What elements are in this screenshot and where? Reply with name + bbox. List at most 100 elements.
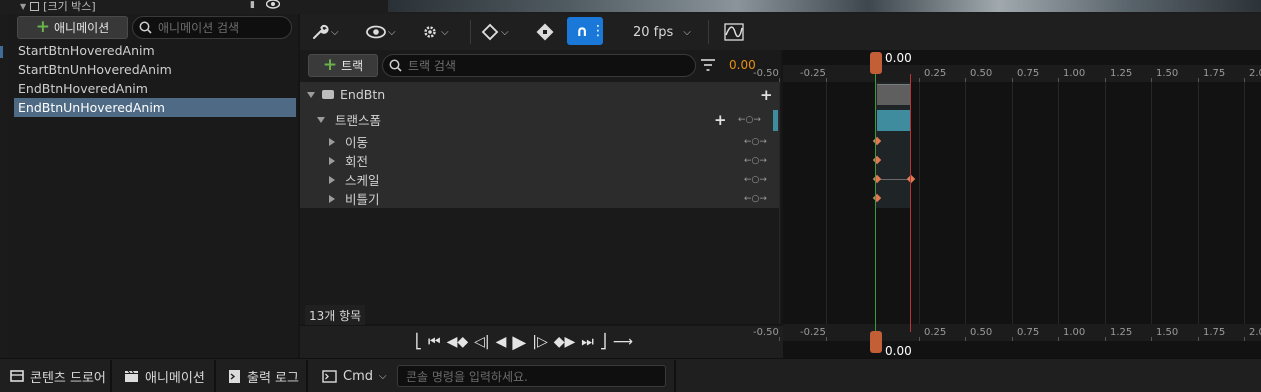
add-track-label: 트랙	[341, 59, 364, 73]
track-row-label: EndBtn	[340, 87, 386, 102]
ruler-tick-mark	[779, 78, 780, 82]
ruler-tick-label: 1.25	[1110, 327, 1133, 338]
next-key-icon[interactable]: ◆▶	[551, 331, 579, 353]
previous-frame-icon[interactable]: ◁|	[471, 331, 492, 353]
ruler-tick-label: 1.00	[1063, 68, 1086, 79]
curve-editor-button[interactable]	[724, 21, 744, 43]
grid-line	[826, 82, 827, 324]
key-navigation-icon[interactable]: ←○→	[738, 115, 761, 125]
more-options-icon[interactable]: ⋮	[591, 23, 605, 39]
track-row-scale[interactable]: 스케일 ←○→	[300, 170, 780, 189]
jump-to-start-icon[interactable]: ⎣	[412, 331, 425, 353]
playhead-bottom-handle[interactable]	[870, 331, 882, 353]
sequencer-options-button[interactable]: ⌵	[311, 21, 339, 43]
track-row-label: 이동	[345, 135, 369, 150]
chevron-down-icon: ⌵	[388, 26, 396, 38]
output-log-button[interactable]: 출력 로그	[218, 360, 309, 392]
next-frame-icon[interactable]: |▷	[529, 331, 550, 353]
key-options-button[interactable]: ⌵	[481, 21, 509, 43]
collapse-arrow-icon[interactable]	[307, 91, 315, 98]
endbtn-section-bar[interactable]	[877, 84, 911, 105]
playhead-top-handle[interactable]	[870, 52, 882, 74]
key-navigation-icon[interactable]: ←○→	[744, 194, 767, 204]
search-icon	[389, 59, 402, 72]
ruler-tick-mark	[965, 337, 966, 341]
content-drawer-button[interactable]: 콘텐츠 드로어	[0, 360, 116, 392]
key-navigation-icon[interactable]: ←○→	[744, 156, 767, 166]
go-to-end-icon[interactable]: ⏭	[578, 331, 597, 353]
animation-list-item[interactable]: StartBtnHoveredAnim	[14, 41, 296, 60]
console-command-input[interactable]: 콘솔 명령을 입력하세요.	[397, 365, 666, 387]
hierarchy-row-label: [크기 박스]	[43, 0, 96, 13]
expand-arrow-icon[interactable]	[329, 137, 335, 146]
expand-arrow-icon[interactable]	[329, 156, 335, 165]
widget-checkbox-icon	[30, 1, 40, 11]
ruler-tick-mark	[1012, 78, 1013, 82]
frame-rate-select[interactable]: 20 fps ⌵	[633, 21, 691, 43]
animation-tab-button[interactable]: 애니메이션	[114, 360, 215, 392]
snap-toggle-button[interactable]: ∩ ⋮	[567, 17, 605, 45]
visibility-eye-icon[interactable]	[265, 0, 281, 10]
ruler-tick-mark	[1151, 78, 1152, 82]
ruler-tick-label: 1.00	[1063, 327, 1086, 338]
ruler-tick-mark	[826, 78, 827, 82]
track-row-rotation[interactable]: 회전 ←○→	[300, 151, 780, 170]
animation-list-item[interactable]: EndBtnHoveredAnim	[14, 79, 296, 98]
animation-list-item[interactable]: StartBtnUnHoveredAnim	[14, 60, 296, 79]
auto-key-button[interactable]	[535, 21, 555, 43]
animation-list-item-selected[interactable]: EndBtnUnHoveredAnim	[14, 98, 296, 117]
loop-mode-icon[interactable]: ⟶	[610, 331, 636, 353]
expand-arrow-icon[interactable]	[329, 175, 335, 184]
track-row-label: 비틀기	[345, 192, 380, 207]
ruler-tick-mark	[779, 337, 780, 341]
status-separator	[110, 360, 112, 392]
play-icon[interactable]: ▶	[509, 331, 529, 353]
track-search-placeholder: 트랙 검색	[408, 59, 456, 73]
hierarchy-row[interactable]: ▼ [크기 박스]	[20, 0, 96, 13]
ruler-tick-label: -0.50	[753, 327, 779, 338]
ruler-tick-mark	[1058, 337, 1059, 341]
cmd-select[interactable]: Cmd ⌵	[312, 360, 397, 392]
expand-arrow-icon[interactable]	[329, 194, 335, 203]
plus-icon: +	[35, 17, 51, 37]
playback-end-line[interactable]	[910, 74, 911, 332]
view-options-button[interactable]: ⌵	[366, 21, 396, 43]
add-track-button[interactable]: + 트랙	[308, 54, 378, 77]
transform-section-bar[interactable]	[877, 110, 911, 131]
search-icon	[139, 21, 152, 34]
animation-search-input[interactable]: 애니메이션 검색	[132, 16, 292, 39]
go-to-start-icon[interactable]: ⏮	[425, 331, 444, 353]
previous-key-icon[interactable]: ◀◆	[444, 331, 472, 353]
jump-to-end-icon[interactable]: ⎦	[597, 331, 610, 353]
track-row-endbtn[interactable]: EndBtn +	[300, 85, 780, 104]
status-separator	[306, 360, 308, 392]
playback-options-button[interactable]: ⌵	[421, 21, 449, 43]
collapse-arrow-icon[interactable]	[317, 116, 325, 123]
track-row-transform[interactable]: 트랜스폼 + ←○→	[300, 110, 780, 129]
add-animation-button[interactable]: + 애니메이션	[17, 16, 128, 39]
curve-editor-icon	[724, 23, 744, 41]
left-edge-panel	[0, 14, 8, 358]
lock-icon[interactable]: ▮	[250, 0, 259, 10]
grid-line	[1058, 82, 1059, 324]
animation-item-label: StartBtnHoveredAnim	[18, 43, 155, 58]
current-time-readout[interactable]: 0.00	[729, 58, 756, 72]
track-row-label: 회전	[345, 154, 369, 169]
add-subtrack-icon[interactable]: +	[760, 86, 773, 104]
grid-line	[965, 82, 966, 324]
ruler-tick-label: 2.0	[1249, 327, 1261, 338]
track-row-translation[interactable]: 이동 ←○→	[300, 132, 780, 151]
play-reverse-icon[interactable]: ◀	[493, 331, 510, 353]
animation-item-label: EndBtnUnHoveredAnim	[18, 100, 165, 115]
status-separator	[674, 360, 676, 392]
output-log-label: 출력 로그	[247, 370, 299, 386]
track-row-shear[interactable]: 비틀기 ←○→	[300, 189, 780, 208]
filter-icon[interactable]	[700, 57, 716, 73]
grid-line	[919, 82, 920, 324]
key-navigation-icon[interactable]: ←○→	[744, 175, 767, 185]
add-key-icon[interactable]: +	[714, 111, 727, 129]
ruler-tick-mark	[1198, 78, 1199, 82]
track-search-input[interactable]: 트랙 검색	[382, 54, 696, 77]
track-row-label: 트랜스폼	[335, 113, 382, 128]
key-navigation-icon[interactable]: ←○→	[744, 137, 767, 147]
